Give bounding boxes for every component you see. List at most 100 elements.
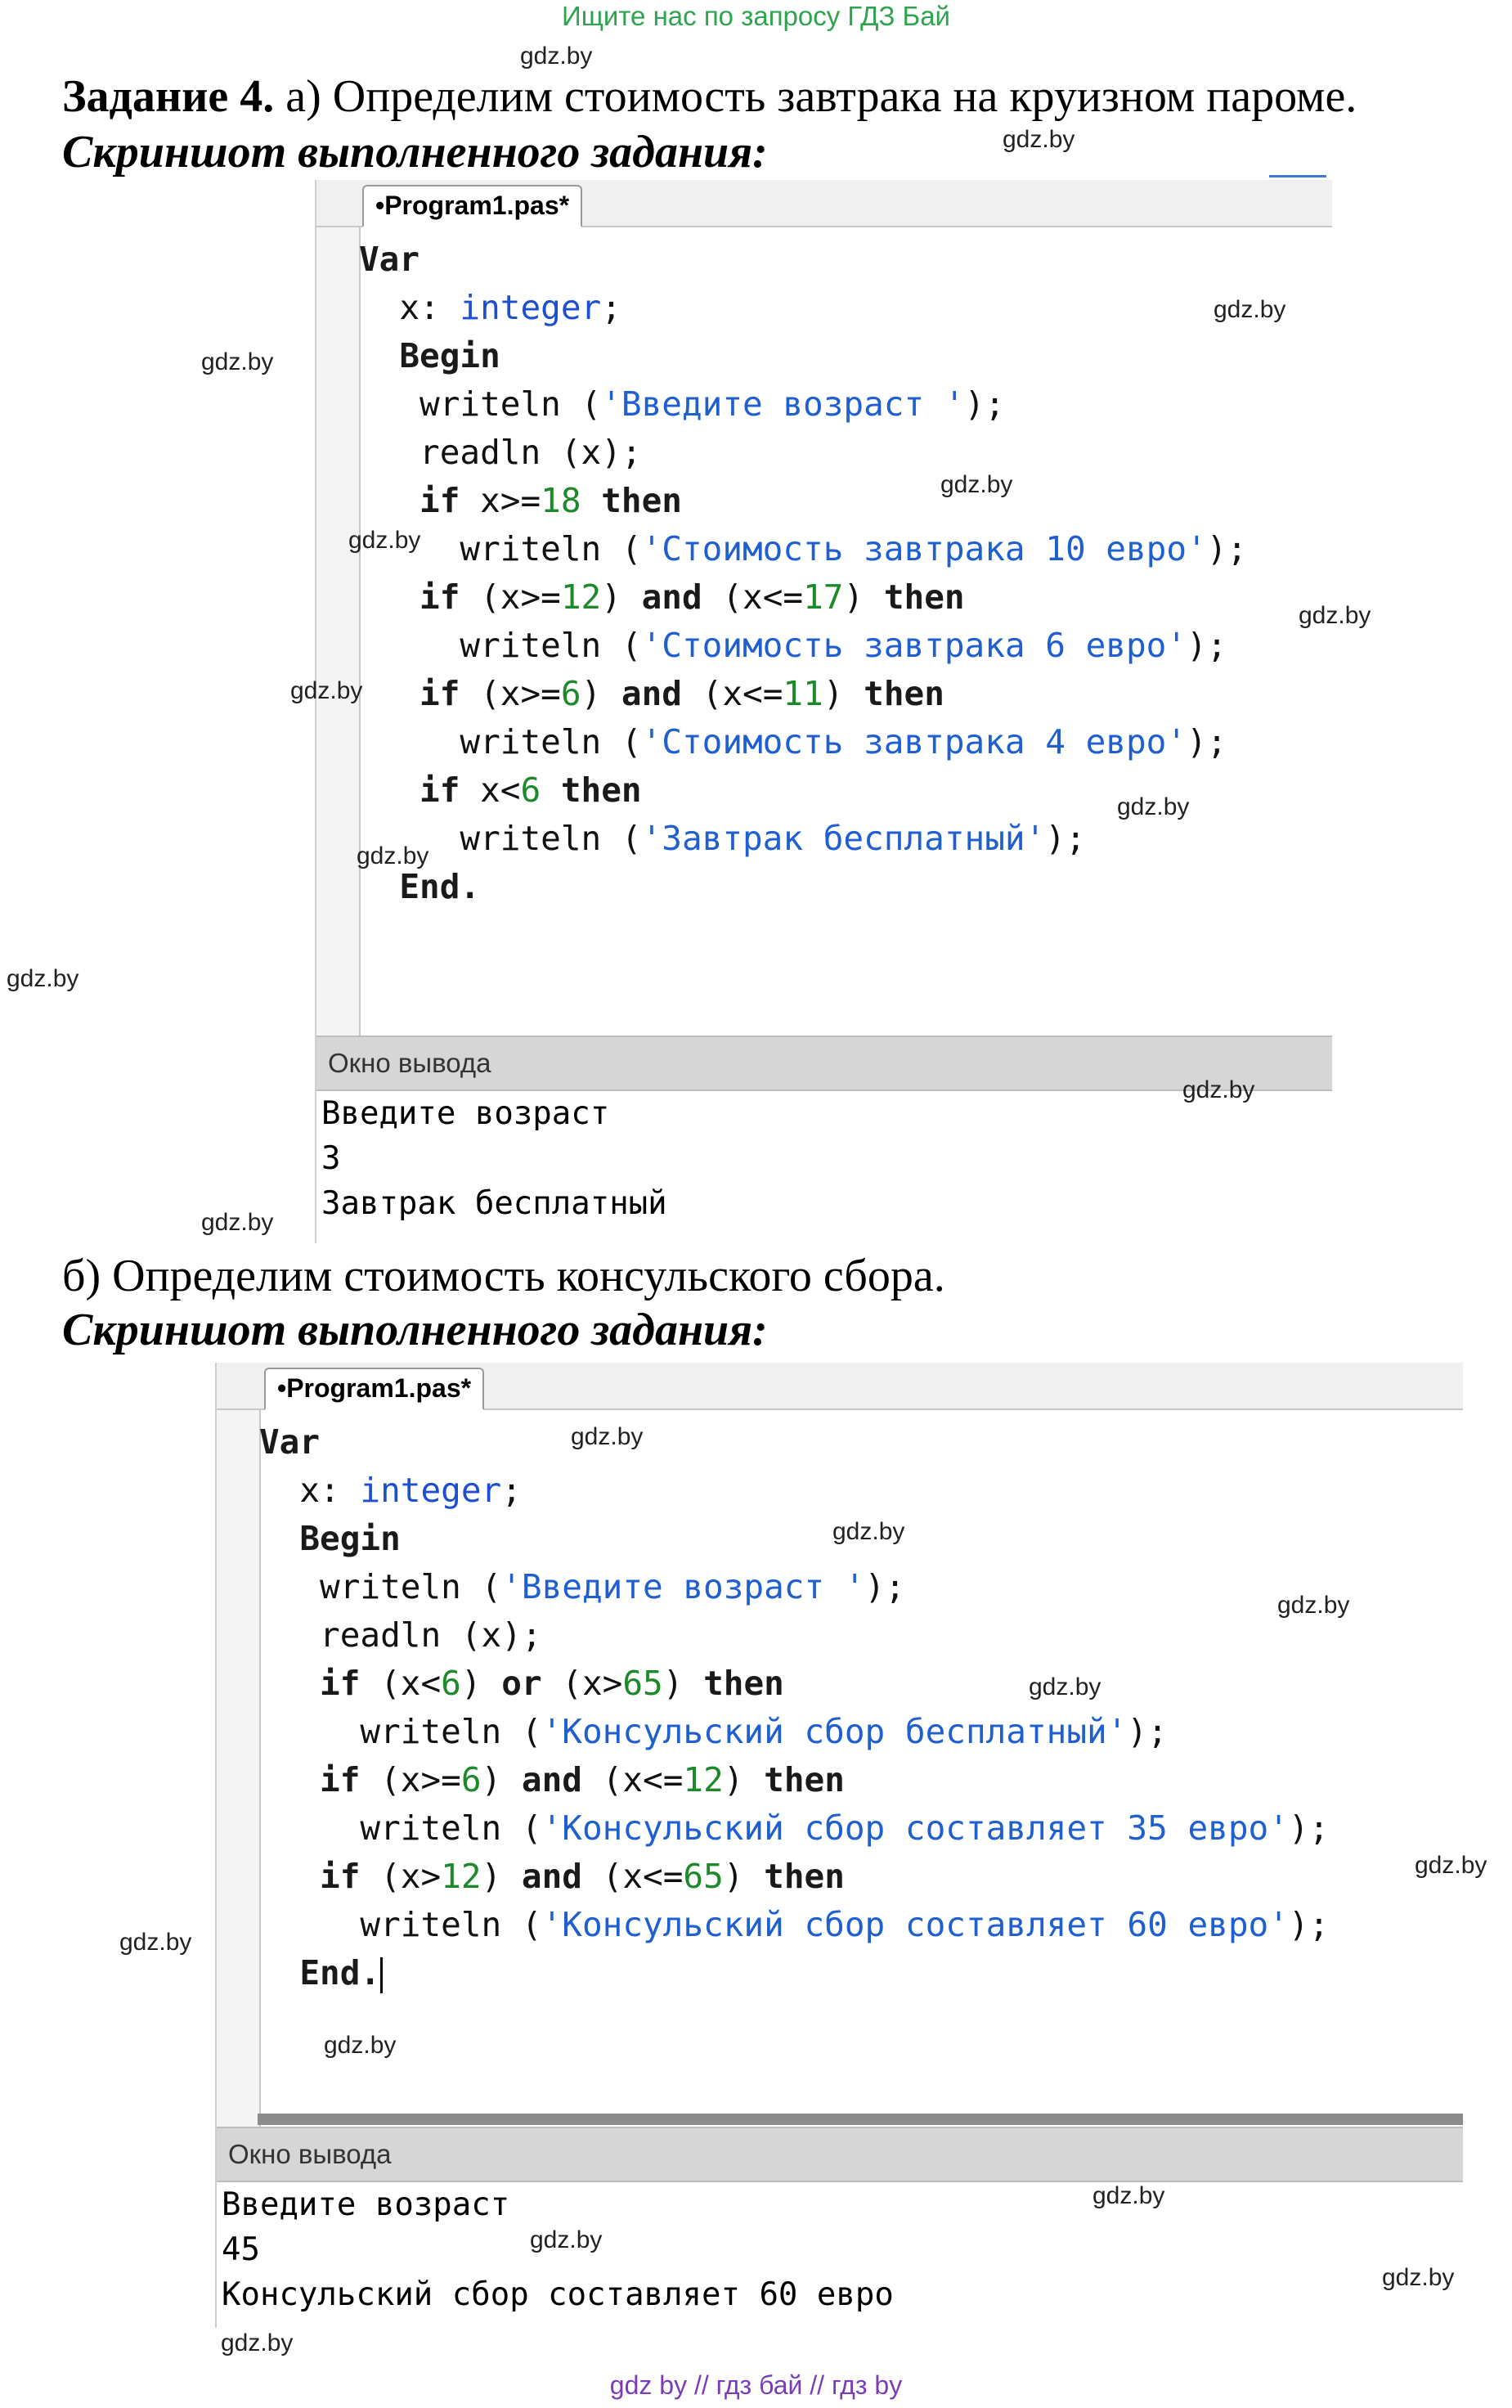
code-token: ); bbox=[1187, 626, 1227, 665]
code-token: if bbox=[359, 481, 460, 520]
watermark: gdz.by bbox=[1214, 296, 1286, 323]
output-line: 3 bbox=[321, 1140, 341, 1177]
code-token: if bbox=[259, 1664, 361, 1703]
code-area[interactable]: Var x: integer; Begin writeln ('Введите … bbox=[259, 1418, 1329, 1997]
code-token: then bbox=[764, 1857, 845, 1896]
code-line[interactable]: writeln ('Завтрак бесплатный'); bbox=[359, 815, 1247, 863]
code-token: if bbox=[359, 577, 460, 617]
code-token: End. bbox=[359, 867, 481, 906]
code-token: if bbox=[359, 674, 460, 713]
code-token: ) bbox=[723, 1760, 765, 1799]
code-token: ) bbox=[481, 1857, 522, 1896]
editor-gutter bbox=[316, 227, 361, 1093]
watermark: gdz.by bbox=[1415, 1852, 1487, 1879]
code-token: ; bbox=[601, 288, 621, 327]
code-line[interactable]: if x<6 then bbox=[359, 766, 1247, 815]
code-line[interactable]: x: integer; bbox=[259, 1467, 1329, 1515]
code-line[interactable]: if (x>=12) and (x<=17) then bbox=[359, 573, 1247, 622]
code-token: and bbox=[641, 577, 702, 617]
code-line[interactable]: if (x>=6) and (x<=12) then bbox=[259, 1756, 1329, 1804]
watermark: gdz.by bbox=[1003, 126, 1075, 153]
code-line[interactable]: Var bbox=[359, 236, 1247, 284]
code-line[interactable]: writeln ('Стоимость завтрака 10 евро'); bbox=[359, 525, 1247, 573]
code-token: ) bbox=[460, 1664, 502, 1703]
code-line[interactable]: writeln ('Консульский сбор бесплатный'); bbox=[259, 1708, 1329, 1756]
code-line[interactable]: x: integer; bbox=[359, 284, 1247, 332]
code-line[interactable]: writeln ('Стоимость завтрака 6 евро'); bbox=[359, 622, 1247, 670]
ide-window-a: •Program1.pas* Var x: integer; Begin wri… bbox=[315, 180, 1332, 1243]
code-line[interactable]: writeln ('Консульский сбор составляет 60… bbox=[259, 1901, 1329, 1949]
watermark: gdz.by bbox=[119, 1929, 192, 1956]
code-token: (x< bbox=[360, 1664, 442, 1703]
code-line[interactable]: if (x<6) or (x>65) then bbox=[259, 1660, 1329, 1708]
code-token: ; bbox=[501, 1471, 522, 1510]
code-token: integer bbox=[460, 288, 602, 327]
code-token: readln (x); bbox=[259, 1615, 542, 1655]
code-token: End. bbox=[259, 1953, 381, 1992]
task-a-caption: Скриншот выполненного задания: bbox=[62, 127, 768, 177]
underline-mark bbox=[1269, 175, 1326, 177]
code-token: 6 bbox=[441, 1664, 461, 1703]
horizontal-scrollbar[interactable] bbox=[258, 2114, 1463, 2125]
code-line[interactable]: End. bbox=[359, 863, 1247, 911]
code-token: 65 bbox=[622, 1664, 663, 1703]
code-editor[interactable]: Var x: integer; Begin writeln ('Введите … bbox=[316, 227, 1332, 1093]
code-token: (x>= bbox=[360, 1760, 461, 1799]
code-line[interactable]: if x>=18 then bbox=[359, 477, 1247, 525]
code-token: Var bbox=[259, 1422, 321, 1462]
task-b-caption: Скриншот выполненного задания: bbox=[62, 1305, 768, 1355]
watermark: gdz.by bbox=[530, 2226, 603, 2253]
watermark: gdz.by bbox=[1092, 2182, 1165, 2209]
code-token: writeln ( bbox=[259, 1712, 542, 1751]
watermark: gdz.by bbox=[520, 43, 593, 70]
tab-bar: •Program1.pas* bbox=[316, 180, 1332, 227]
code-token: Var bbox=[359, 240, 420, 279]
code-token: 17 bbox=[803, 577, 844, 617]
code-token: ) bbox=[823, 674, 864, 713]
code-line[interactable]: writeln ('Стоимость завтрака 4 евро'); bbox=[359, 718, 1247, 766]
code-line[interactable]: writeln ('Введите возраст '); bbox=[259, 1563, 1329, 1611]
code-line[interactable]: writeln ('Консульский сбор составляет 35… bbox=[259, 1804, 1329, 1853]
watermark: gdz.by bbox=[571, 1423, 644, 1450]
code-token: 6 bbox=[520, 770, 541, 810]
code-token: then bbox=[541, 770, 642, 810]
code-line[interactable]: Var bbox=[259, 1418, 1329, 1467]
code-token: if bbox=[359, 770, 460, 810]
code-line[interactable]: writeln ('Введите возраст '); bbox=[359, 380, 1247, 429]
watermark: gdz.by bbox=[7, 965, 79, 992]
watermark: gdz.by bbox=[1182, 1076, 1255, 1103]
code-line[interactable]: Begin bbox=[259, 1515, 1329, 1563]
code-token: (x> bbox=[360, 1857, 442, 1896]
code-token: (x<= bbox=[581, 1760, 684, 1799]
footer-links[interactable]: gdz by // гдз бай // гдз by bbox=[0, 2367, 1512, 2408]
search-banner[interactable]: Ищите нас по запросу ГДЗ Бай bbox=[0, 0, 1512, 33]
ide-window-b: •Program1.pas* Var x: integer; Begin wri… bbox=[215, 1363, 1463, 2328]
code-token: (x>= bbox=[460, 577, 561, 617]
code-line[interactable]: Begin bbox=[359, 332, 1247, 380]
watermark: gdz.by bbox=[1029, 1673, 1101, 1700]
code-token: writeln ( bbox=[359, 384, 602, 424]
code-line[interactable]: End. bbox=[259, 1949, 1329, 1997]
code-token: ) bbox=[662, 1664, 704, 1703]
code-line[interactable]: readln (x); bbox=[259, 1611, 1329, 1660]
code-line[interactable]: if (x>=6) and (x<=11) then bbox=[359, 670, 1247, 718]
code-area[interactable]: Var x: integer; Begin writeln ('Введите … bbox=[359, 236, 1247, 911]
code-token: writeln ( bbox=[359, 722, 642, 761]
code-token: x: bbox=[359, 288, 460, 327]
output-text: Введите возраст 3 Завтрак бесплатный bbox=[321, 1091, 667, 1226]
code-token: writeln ( bbox=[259, 1808, 542, 1848]
code-token: if bbox=[259, 1760, 361, 1799]
tab-program1[interactable]: •Program1.pas* bbox=[362, 185, 583, 227]
code-token: ); bbox=[1045, 819, 1086, 858]
code-token: 6 bbox=[560, 674, 581, 713]
code-line[interactable]: if (x>12) and (x<=65) then bbox=[259, 1853, 1329, 1901]
code-token: 18 bbox=[541, 481, 581, 520]
output-line: Завтрак бесплатный bbox=[321, 1185, 667, 1222]
code-token: 12 bbox=[441, 1857, 482, 1896]
code-token: 'Консульский сбор составляет 60 евро' bbox=[541, 1905, 1289, 1944]
code-token: 'Введите возраст ' bbox=[501, 1567, 865, 1606]
code-line[interactable]: readln (x); bbox=[359, 429, 1247, 477]
tab-program1[interactable]: •Program1.pas* bbox=[264, 1368, 485, 1410]
code-token: ); bbox=[1187, 722, 1227, 761]
code-token: ); bbox=[1288, 1905, 1330, 1944]
